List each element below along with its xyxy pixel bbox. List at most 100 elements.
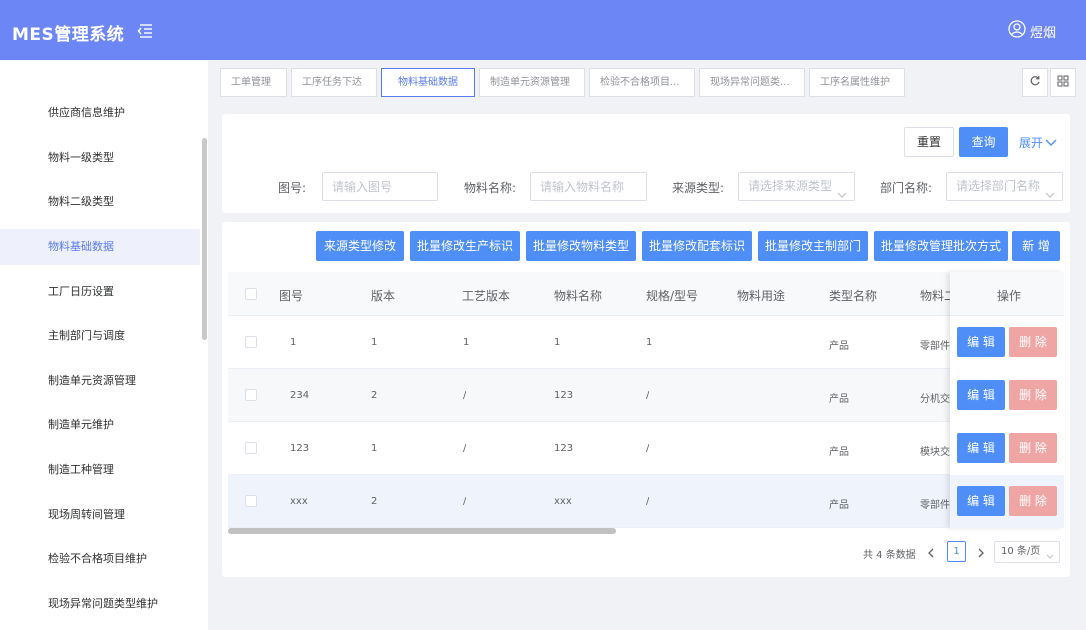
- cell-process-version: 1: [463, 337, 470, 348]
- cell-drawing-no: 1: [290, 337, 297, 348]
- tab-work-order[interactable]: 工单管理: [220, 68, 287, 97]
- tab-process-attr[interactable]: 工序名属性维护: [809, 68, 905, 97]
- chevron-down-icon: [837, 182, 847, 198]
- cell-drawing-no: 234: [290, 390, 310, 401]
- layout-button[interactable]: [1050, 68, 1076, 97]
- cell-process-version: /: [463, 443, 467, 454]
- cell-type-name: 产品: [829, 447, 849, 458]
- row-checkbox[interactable]: [245, 389, 257, 401]
- top-header: MES管理系统 煜烟: [0, 0, 1086, 60]
- cell-version: 2: [371, 390, 378, 401]
- sidebar-item-turnover[interactable]: 现场周转间管理: [0, 497, 200, 533]
- tab-material-basic[interactable]: 物料基础数据: [381, 68, 475, 97]
- batch-batch-mode-button[interactable]: 批量修改管理批次方式: [874, 231, 1008, 261]
- page-number[interactable]: 1: [947, 541, 966, 562]
- menu-collapse-icon[interactable]: [137, 24, 153, 38]
- refresh-icon: [1029, 75, 1041, 90]
- prev-page-icon[interactable]: [927, 547, 935, 561]
- page-size-select[interactable]: 10 条/页: [994, 541, 1060, 563]
- row-checkbox[interactable]: [245, 336, 257, 348]
- sidebar-item-main-dept[interactable]: 主制部门与调度: [0, 318, 200, 354]
- batch-kit-flag-button[interactable]: 批量修改配套标识: [642, 231, 752, 261]
- source-type-label: 来源类型:: [672, 181, 725, 195]
- sidebar-item-factory-calendar[interactable]: 工厂日历设置: [0, 274, 200, 310]
- col-operations: 操作: [997, 289, 1022, 303]
- edit-button[interactable]: 编 辑: [957, 327, 1005, 357]
- col-type-name: 类型名称: [829, 289, 878, 303]
- chevron-down-icon: [1045, 136, 1057, 150]
- row-checkbox[interactable]: [245, 495, 257, 507]
- sidebar-item-material-level2[interactable]: 物料二级类型: [0, 184, 200, 220]
- query-button[interactable]: 查询: [959, 127, 1008, 157]
- tab-inspection[interactable]: 检验不合格项目...: [589, 68, 695, 97]
- refresh-button[interactable]: [1022, 68, 1048, 97]
- chevron-down-icon: [1046, 548, 1054, 568]
- delete-button[interactable]: 删 除: [1009, 486, 1057, 516]
- cell-type-name: 产品: [829, 394, 849, 405]
- cell-material-2: 零部件: [920, 500, 950, 511]
- batch-main-dept-button[interactable]: 批量修改主制部门: [758, 231, 868, 261]
- cell-process-version: /: [463, 496, 467, 507]
- cell-material-name: xxx: [554, 496, 572, 507]
- batch-material-type-button[interactable]: 批量修改物料类型: [526, 231, 636, 261]
- sidebar-item-unit-maintain[interactable]: 制造单元维护: [0, 407, 200, 443]
- cell-process-version: /: [463, 390, 467, 401]
- grid-icon: [1057, 75, 1069, 90]
- row-checkbox[interactable]: [245, 442, 257, 454]
- drawing-no-label: 图号:: [278, 181, 307, 195]
- tab-unit-resource[interactable]: 制造单元资源管理: [479, 68, 585, 97]
- cell-type-name: 产品: [829, 341, 849, 352]
- source-type-edit-button[interactable]: 来源类型修改: [316, 231, 404, 261]
- user-name: 煜烟: [1029, 25, 1056, 41]
- sidebar: 供应商信息维护 物料一级类型 物料二级类型 物料基础数据 工厂日历设置 主制部门…: [0, 60, 208, 630]
- sidebar-item-supplier[interactable]: 供应商信息维护: [0, 95, 200, 131]
- cell-version: 2: [371, 496, 378, 507]
- material-name-input[interactable]: [530, 172, 647, 201]
- cell-type-name: 产品: [829, 500, 849, 511]
- edit-button[interactable]: 编 辑: [957, 433, 1005, 463]
- next-page-icon[interactable]: [977, 547, 985, 561]
- edit-button[interactable]: 编 辑: [957, 486, 1005, 516]
- col-material-name: 物料名称: [554, 289, 603, 303]
- select-all-checkbox[interactable]: [245, 288, 257, 300]
- sidebar-item-material-basic[interactable]: 物料基础数据: [0, 229, 200, 265]
- cell-spec: 1: [646, 337, 653, 348]
- chevron-down-icon: [1045, 182, 1055, 198]
- table-horizontal-scrollbar[interactable]: [228, 528, 616, 534]
- col-process-version: 工艺版本: [462, 289, 511, 303]
- cell-material-name: 123: [554, 443, 574, 454]
- source-type-select[interactable]: 请选择来源类型: [738, 172, 855, 201]
- cell-material-name: 123: [554, 390, 574, 401]
- col-material-2: 物料二: [920, 289, 950, 303]
- user-icon: [1008, 20, 1026, 42]
- sidebar-item-inspection[interactable]: 检验不合格项目维护: [0, 541, 200, 577]
- material-name-label: 物料名称:: [464, 181, 517, 195]
- cell-spec: /: [646, 443, 650, 454]
- cell-version: 1: [371, 337, 378, 348]
- total-count: 共 4 条数据: [863, 550, 916, 561]
- delete-button[interactable]: 删 除: [1009, 380, 1057, 410]
- department-select[interactable]: 请选择部门名称: [946, 172, 1063, 201]
- sidebar-scrollbar[interactable]: [202, 138, 207, 340]
- add-button[interactable]: 新 增: [1012, 231, 1060, 261]
- col-spec: 规格/型号: [646, 289, 699, 303]
- edit-button[interactable]: 编 辑: [957, 380, 1005, 410]
- sidebar-item-work-type[interactable]: 制造工种管理: [0, 452, 200, 488]
- drawing-no-input[interactable]: [322, 172, 438, 201]
- sidebar-item-material-level1[interactable]: 物料一级类型: [0, 140, 200, 176]
- col-drawing-no: 图号: [279, 289, 304, 303]
- delete-button[interactable]: 删 除: [1009, 433, 1057, 463]
- sidebar-item-exception[interactable]: 现场异常问题类型维护: [0, 586, 200, 622]
- delete-button[interactable]: 删 除: [1009, 327, 1057, 357]
- user-menu[interactable]: 煜烟: [1008, 20, 1056, 42]
- expand-toggle[interactable]: 展开: [1019, 134, 1057, 151]
- cell-drawing-no: 123: [290, 443, 310, 454]
- sidebar-item-unit-resource[interactable]: 制造单元资源管理: [0, 363, 200, 399]
- cell-material-name: 1: [554, 337, 561, 348]
- cell-spec: /: [646, 390, 650, 401]
- cell-material-2: 模块交: [920, 447, 950, 458]
- reset-button[interactable]: 重置: [904, 127, 954, 157]
- tab-process-task[interactable]: 工序任务下达: [291, 68, 377, 97]
- batch-production-flag-button[interactable]: 批量修改生产标识: [410, 231, 520, 261]
- tab-exception[interactable]: 现场异常问题类...: [699, 68, 805, 97]
